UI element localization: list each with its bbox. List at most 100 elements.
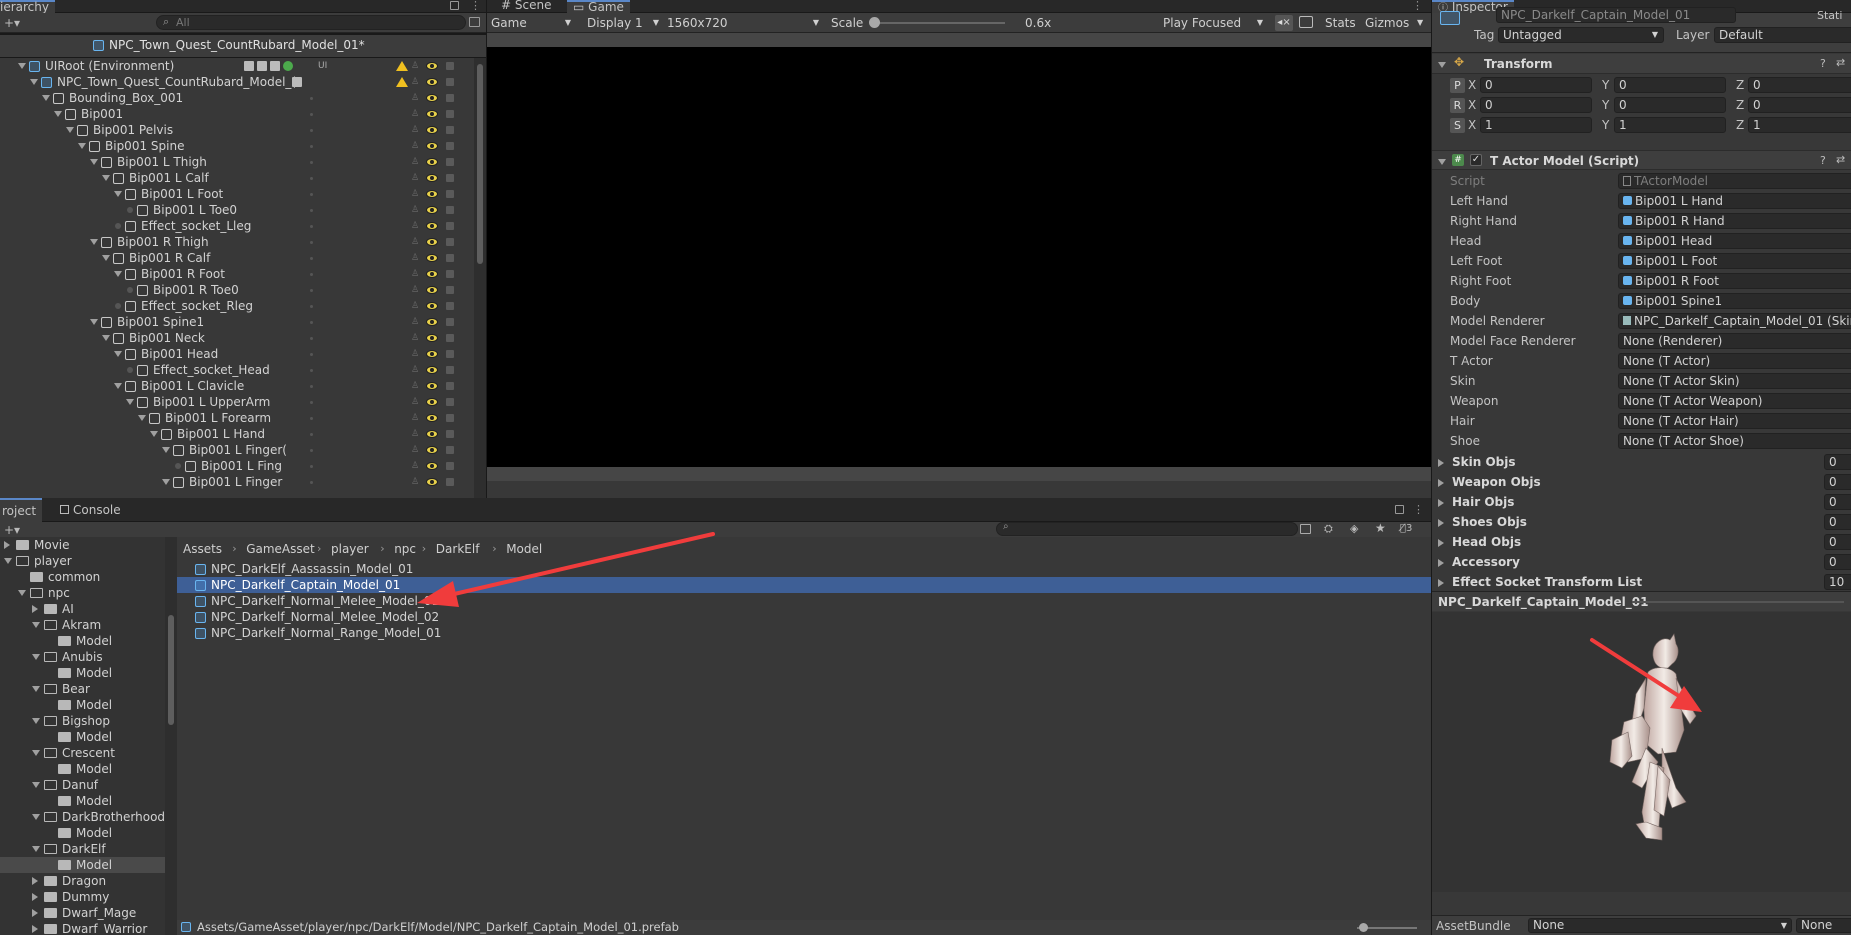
lock-icon[interactable] (446, 334, 454, 342)
project-tree-item[interactable]: common (0, 569, 165, 585)
hierarchy-item[interactable]: Bounding_Box_001 ♙ (0, 90, 474, 106)
hierarchy-scene-header[interactable]: NPC_Town_Quest_CountRubard_Model_01* (0, 35, 486, 57)
view-dropdown[interactable]: Game ▼ (491, 15, 575, 31)
breadcrumb-item[interactable]: player (331, 541, 369, 557)
lock-icon[interactable] (446, 270, 454, 278)
tab-scene[interactable]: # Scene (495, 0, 557, 13)
hierarchy-item[interactable]: Bip001 L Fing ♙ (0, 458, 474, 474)
foldout-arrow-icon[interactable] (32, 654, 40, 660)
foldout-arrow-icon[interactable] (32, 814, 40, 820)
project-tree-item[interactable]: Danuf (0, 777, 165, 793)
visibility-eye-icon[interactable] (426, 430, 438, 438)
foldout-arrow-icon[interactable] (42, 95, 50, 101)
hierarchy-item[interactable]: Bip001 Pelvis ♙ (0, 122, 474, 138)
project-tree-item[interactable]: Akram (0, 617, 165, 633)
list-label[interactable]: Head Objs (1452, 535, 1521, 549)
lock-icon[interactable] (446, 174, 454, 182)
lock-icon[interactable] (446, 398, 454, 406)
pickable-icon[interactable]: ♙ (411, 302, 419, 311)
lock-icon[interactable] (446, 254, 454, 262)
transform-y-field[interactable]: 1 (1614, 117, 1726, 133)
hierarchy-search-box[interactable]: ⌕ All (156, 15, 466, 30)
transform-z-field[interactable]: 0 (1748, 97, 1851, 113)
filter-type-icon[interactable]: ⛭ (1324, 523, 1333, 535)
lock-icon[interactable] (446, 318, 454, 326)
visibility-eye-icon[interactable] (426, 142, 438, 150)
project-tree-item[interactable]: AI (0, 601, 165, 617)
create-add-button[interactable]: +▾ (4, 16, 20, 30)
project-tree-item[interactable]: Bigshop (0, 713, 165, 729)
object-reference-field[interactable]: Bip001 L Foot (1618, 253, 1851, 269)
object-reference-field[interactable]: Bip001 R Foot (1618, 273, 1851, 289)
file-item[interactable]: NPC_Darkelf_Normal_Range_Model_01 (177, 625, 1431, 641)
warning-icon[interactable] (396, 77, 408, 87)
object-reference-field[interactable]: None (T Actor Skin) (1618, 373, 1851, 389)
project-tree-scroll-thumb[interactable] (168, 615, 174, 725)
hierarchy-item[interactable]: Bip001 Head ♙ (0, 346, 474, 362)
static-toggle-label[interactable]: Stati (1817, 9, 1842, 22)
warning-icon[interactable] (396, 61, 408, 71)
foldout-arrow-icon[interactable] (32, 622, 40, 628)
hierarchy-scroll-thumb[interactable] (477, 64, 483, 264)
pickable-icon[interactable]: ♙ (411, 446, 419, 455)
list-label[interactable]: Shoes Objs (1452, 515, 1527, 529)
pickable-icon[interactable]: ♙ (411, 190, 419, 199)
lock-icon[interactable] (446, 366, 454, 374)
visibility-eye-icon[interactable] (426, 78, 438, 86)
icon-size-slider-thumb[interactable] (1359, 923, 1368, 932)
pickable-icon[interactable]: ♙ (411, 382, 419, 391)
lock-icon[interactable] (446, 478, 454, 486)
foldout-arrow-icon[interactable] (18, 590, 26, 596)
transform-x-field[interactable]: 0 (1480, 77, 1592, 93)
object-reference-field[interactable]: Bip001 Spine1 (1618, 293, 1851, 309)
project-tree-item[interactable]: DarkBrotherhood (0, 809, 165, 825)
play-mode-dropdown[interactable]: Play Focused ▼ (1163, 15, 1265, 31)
foldout-arrow-icon[interactable] (162, 479, 170, 485)
file-item[interactable]: NPC_Darkelf_Captain_Model_01 (177, 577, 1431, 593)
hierarchy-item[interactable]: Bip001 L UpperArm ♙ (0, 394, 474, 410)
shortcuts-icon[interactable] (1299, 16, 1313, 28)
list-label[interactable]: Hair Objs (1452, 495, 1514, 509)
foldout-arrow-icon[interactable] (54, 111, 62, 117)
list-size-field[interactable]: 0 (1824, 514, 1851, 530)
transform-y-field[interactable]: 0 (1614, 97, 1726, 113)
visibility-eye-icon[interactable] (426, 222, 438, 230)
hierarchy-item[interactable]: Bip001 L Toe0 ♙ (0, 202, 474, 218)
visibility-eye-icon[interactable] (426, 382, 438, 390)
foldout-arrow-icon[interactable] (1438, 539, 1444, 547)
foldout-arrow-icon[interactable] (102, 335, 110, 341)
project-tree-item[interactable]: Anubis (0, 649, 165, 665)
model-preview[interactable] (1432, 612, 1851, 892)
visibility-eye-icon[interactable] (426, 462, 438, 470)
hierarchy-item[interactable]: Bip001 R Calf ♙ (0, 250, 474, 266)
project-tree-scrollbar[interactable] (165, 537, 177, 935)
foldout-arrow-icon[interactable] (32, 877, 38, 885)
layer-dropdown[interactable]: Default (1714, 27, 1851, 43)
visibility-eye-icon[interactable] (426, 286, 438, 294)
hierarchy-item[interactable]: Effect_socket_Head ♙ (0, 362, 474, 378)
project-tree-item[interactable]: Dwarf_Warrior (0, 921, 165, 935)
list-size-field[interactable]: 10 (1824, 574, 1851, 590)
file-item[interactable]: NPC_DarkElf_Aassassin_Model_01 (177, 561, 1431, 577)
pickable-icon[interactable]: ♙ (411, 254, 419, 263)
visibility-eye-icon[interactable] (426, 446, 438, 454)
script-component-header[interactable]: # ✓ T Actor Model (Script) ? ⇄ (1432, 150, 1851, 170)
pickable-icon[interactable]: ♙ (411, 286, 419, 295)
object-reference-field[interactable]: None (Renderer) (1618, 333, 1851, 349)
chevron-down-icon[interactable]: ▼ (1417, 15, 1423, 31)
help-icon[interactable]: ? (1820, 154, 1826, 167)
lock-icon[interactable] (446, 222, 454, 230)
breadcrumb-item[interactable]: GameAsset (246, 541, 315, 557)
foldout-arrow-icon[interactable] (78, 143, 86, 149)
settings-icon[interactable]: ⇄ (1836, 153, 1845, 166)
foldout-arrow-icon[interactable] (114, 191, 122, 197)
project-tree-item[interactable]: Dragon (0, 873, 165, 889)
foldout-arrow-icon[interactable] (32, 925, 38, 933)
game-viewport[interactable] (487, 33, 1431, 481)
object-reference-field[interactable]: None (T Actor Weapon) (1618, 393, 1851, 409)
project-tree-item[interactable]: Model (0, 633, 165, 649)
foldout-arrow-icon[interactable] (32, 846, 40, 852)
foldout-arrow-icon[interactable] (1438, 159, 1446, 165)
transform-header[interactable]: ✥ Transform ? ⇄ (1432, 54, 1851, 74)
transform-key-button[interactable]: R (1450, 98, 1465, 113)
